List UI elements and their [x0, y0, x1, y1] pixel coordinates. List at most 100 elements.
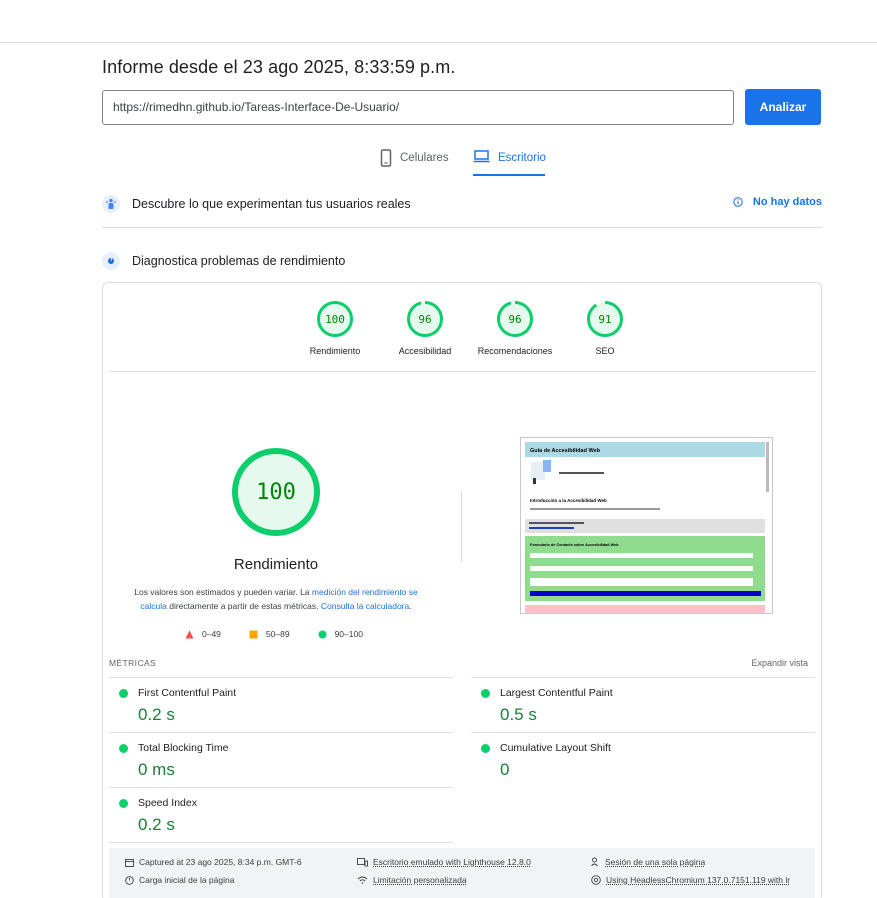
- metric-value: 0.2 s: [138, 815, 175, 834]
- load-info: Carga inicial de la página: [125, 875, 234, 885]
- square-icon: [249, 630, 258, 638]
- screenshot-form-title: Formulario de Contacto sobre Accesibilid…: [530, 543, 619, 547]
- desc-text-2: directamente a partir de estas métricas.: [166, 601, 321, 611]
- report-title: Informe desde el 23 ago 2025, 8:33:59 p.…: [102, 57, 456, 77]
- browser-info[interactable]: Using HeadlessChromium 137.0.7151.119 wi…: [591, 875, 790, 885]
- diagnostics-title: Diagnostica problemas de rendimiento: [132, 254, 346, 268]
- section-divider: [102, 227, 822, 228]
- metric-name: Speed Index: [138, 797, 197, 809]
- metric-value: 0: [500, 760, 510, 779]
- gauge-best-practices[interactable]: 96 Recomendaciones: [470, 300, 560, 356]
- gauge-score: 100: [325, 313, 345, 326]
- pass-dot-icon: [119, 689, 128, 698]
- metric-si: Speed Index 0.2 s: [109, 787, 453, 843]
- pass-dot-icon: [481, 689, 490, 698]
- pass-dot-icon: [481, 744, 490, 753]
- big-gauge-score: 100: [256, 480, 296, 505]
- gauge-score: 96: [508, 313, 521, 326]
- runtime-settings: Captured at 23 ago 2025, 8:34 p.m. GMT-6…: [109, 848, 815, 898]
- gauge-label: Accesibilidad: [398, 346, 452, 356]
- metric-value: 0 ms: [138, 760, 175, 779]
- wifi-icon: [357, 876, 368, 884]
- pass-dot-icon: [119, 744, 128, 753]
- tab-desktop[interactable]: Escritorio: [473, 146, 546, 176]
- session-info[interactable]: Sesión de una sola página: [591, 857, 705, 867]
- screenshot-intro-title: Introducción a la Accesibilidad Web: [530, 498, 607, 503]
- tab-mobile[interactable]: Celulares: [380, 146, 449, 176]
- laptop-icon: [473, 150, 490, 163]
- desc-text-3: .: [409, 601, 412, 611]
- metric-tbt: Total Blocking Time 0 ms: [109, 732, 453, 787]
- calculator-link[interactable]: Consulta la calculadora: [321, 601, 409, 611]
- throttling-info[interactable]: Limitación personalizada: [357, 875, 467, 885]
- diagnostics-section: Diagnostica problemas de rendimiento: [102, 251, 822, 271]
- circle-icon: [318, 630, 327, 638]
- metric-fcp: First Contentful Paint 0.2 s: [109, 677, 453, 732]
- emulation-info[interactable]: Escritorio emulado with Lighthouse 12.8.…: [357, 857, 531, 867]
- gauge-ring: 91: [587, 301, 623, 337]
- device-tabs: Celulares Escritorio: [0, 146, 877, 176]
- pass-dot-icon: [119, 799, 128, 808]
- category-gauges: 100 Rendimiento 96 Accesibilidad 96 Reco…: [290, 300, 650, 356]
- metric-value: 0.2 s: [138, 705, 175, 724]
- metric-cls: Cumulative Layout Shift 0: [471, 732, 815, 787]
- info-icon: [733, 197, 743, 207]
- gauges-divider: [109, 371, 816, 372]
- metrics-heading: MÉTRICAS: [109, 658, 157, 668]
- legend-fail: 0–49: [185, 629, 221, 639]
- emulation-text: Escritorio emulado with Lighthouse 12.8.…: [373, 857, 531, 867]
- person-icon: [591, 857, 598, 867]
- vertical-divider: [461, 490, 462, 562]
- url-input[interactable]: https://rimedhn.github.io/Tareas-Interfa…: [102, 90, 734, 125]
- legend-average-range: 50–89: [265, 629, 290, 639]
- users-icon: [102, 195, 120, 213]
- gauge-performance[interactable]: 100 Rendimiento: [290, 300, 380, 356]
- gauge-ring: 96: [407, 301, 443, 337]
- chrome-icon: [591, 875, 601, 885]
- legend-pass: 90–100: [318, 629, 363, 639]
- metric-name: Total Blocking Time: [138, 742, 229, 754]
- page-screenshot-thumbnail[interactable]: Guía de Accesibilidad Web Introducción a…: [520, 437, 773, 614]
- metric-name: Largest Contentful Paint: [500, 687, 613, 699]
- load-text: Carga inicial de la página: [139, 875, 235, 885]
- metric-lcp: Largest Contentful Paint 0.5 s: [471, 677, 815, 732]
- screenshot-header: Guía de Accesibilidad Web: [530, 448, 601, 454]
- screenshot-image: Guía de Accesibilidad Web Introducción a…: [521, 438, 772, 613]
- crux-title: Descubre lo que experimentan tus usuario…: [132, 197, 411, 211]
- smartphone-icon: [380, 149, 392, 167]
- calendar-icon: [125, 858, 134, 867]
- performance-big-gauge: 100: [232, 448, 320, 536]
- legend-fail-range: 0–49: [202, 629, 221, 639]
- gauge-seo[interactable]: 91 SEO: [560, 300, 650, 356]
- gauge-label: Rendimiento: [309, 346, 361, 356]
- gauge-score: 91: [598, 313, 611, 326]
- triangle-icon: [185, 630, 194, 638]
- score-description: Los valores son estimados y pueden varia…: [120, 585, 432, 613]
- no-data-link[interactable]: No hay datos: [733, 196, 822, 208]
- analyze-button[interactable]: Analizar: [745, 89, 821, 125]
- captured-info: Captured at 23 ago 2025, 8:34 p.m. GMT-6: [125, 857, 302, 867]
- session-text: Sesión de una sola página: [605, 857, 706, 867]
- metric-value: 0.5 s: [500, 705, 537, 724]
- gauge-label: SEO: [595, 346, 615, 356]
- browser-text: Using HeadlessChromium 137.0.7151.119 wi…: [606, 875, 791, 885]
- expand-view-toggle[interactable]: Expandir vista: [751, 658, 808, 668]
- top-divider: [0, 42, 877, 43]
- crux-section: Descubre lo que experimentan tus usuario…: [102, 194, 822, 214]
- gauge-accessibility[interactable]: 96 Accesibilidad: [380, 300, 470, 356]
- legend-pass-range: 90–100: [334, 629, 363, 639]
- metric-name: Cumulative Layout Shift: [500, 742, 611, 754]
- throttling-text: Limitación personalizada: [373, 875, 467, 885]
- captured-text: Captured at 23 ago 2025, 8:34 p.m. GMT-6: [139, 857, 302, 867]
- tab-mobile-label: Celulares: [400, 152, 449, 164]
- gauge-ring: 100: [317, 301, 353, 337]
- gauge-label: Recomendaciones: [477, 346, 553, 356]
- big-gauge-label: Rendimiento: [233, 556, 319, 573]
- legend-average: 50–89: [249, 629, 290, 639]
- gauge-ring: 96: [497, 301, 533, 337]
- desc-text-1: Los valores son estimados y pueden varia…: [134, 587, 312, 597]
- timer-icon: [125, 876, 134, 885]
- devices-icon: [357, 857, 368, 866]
- tab-desktop-label: Escritorio: [498, 152, 546, 164]
- gauge-score: 96: [418, 313, 431, 326]
